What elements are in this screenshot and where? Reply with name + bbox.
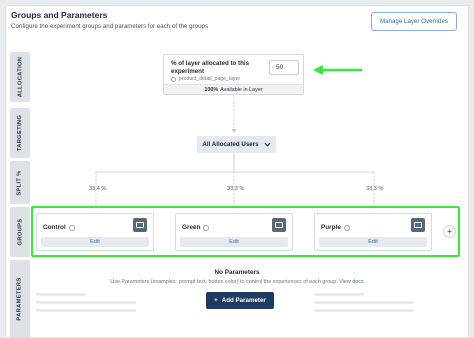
allocation-percent-input[interactable]: 50: [269, 60, 299, 75]
image-icon: [414, 222, 422, 228]
group-name: Purple: [321, 224, 350, 231]
targeting-dropdown[interactable]: All Allocated Users: [197, 136, 276, 153]
image-icon: [136, 222, 144, 228]
image-upload-button[interactable]: [411, 218, 425, 232]
image-upload-button[interactable]: [133, 218, 147, 232]
add-parameter-button[interactable]: + Add Parameter: [206, 292, 274, 309]
add-group-button[interactable]: +: [443, 225, 456, 238]
image-upload-button[interactable]: [272, 218, 286, 232]
layer-availability: 100% Available in Layer: [164, 84, 303, 94]
layer-icon: [171, 76, 176, 82]
parameter-placeholder: [314, 293, 432, 323]
no-parameters-title: No Parameters: [214, 269, 260, 276]
parameter-placeholder: [36, 293, 154, 323]
layer-name: product_detail_page_layer: [171, 76, 240, 82]
group-name: Green: [182, 224, 210, 231]
group-name: Control: [43, 224, 75, 231]
split-percent-green: 33.3 %: [227, 186, 245, 192]
group-card-green: Green Edit: [175, 213, 293, 251]
split-percent-purple: 33.3 %: [366, 186, 384, 192]
allocation-card: % of layer allocated to this experiment …: [163, 54, 304, 95]
split-percent-control: 33.4 %: [89, 186, 107, 192]
plus-icon: +: [214, 297, 218, 304]
chevron-down-icon: [264, 142, 270, 147]
allocation-label: % of layer allocated to this experiment: [171, 60, 250, 75]
info-icon: [68, 224, 75, 231]
edit-group-button[interactable]: Edit: [180, 237, 288, 247]
info-icon: [343, 224, 350, 231]
edit-group-button[interactable]: Edit: [319, 237, 427, 247]
image-icon: [275, 222, 283, 228]
group-card-purple: Purple Edit: [314, 213, 432, 251]
annotation-arrow-icon: [313, 65, 362, 75]
docs-link[interactable]: docs: [352, 279, 363, 285]
info-icon: [203, 224, 210, 231]
edit-group-button[interactable]: Edit: [41, 237, 149, 247]
no-parameters-description: Use Parameters (examples: prompt text, b…: [110, 279, 364, 285]
group-card-control: Control Edit: [36, 213, 154, 251]
flow-connectors: [95, 95, 375, 210]
